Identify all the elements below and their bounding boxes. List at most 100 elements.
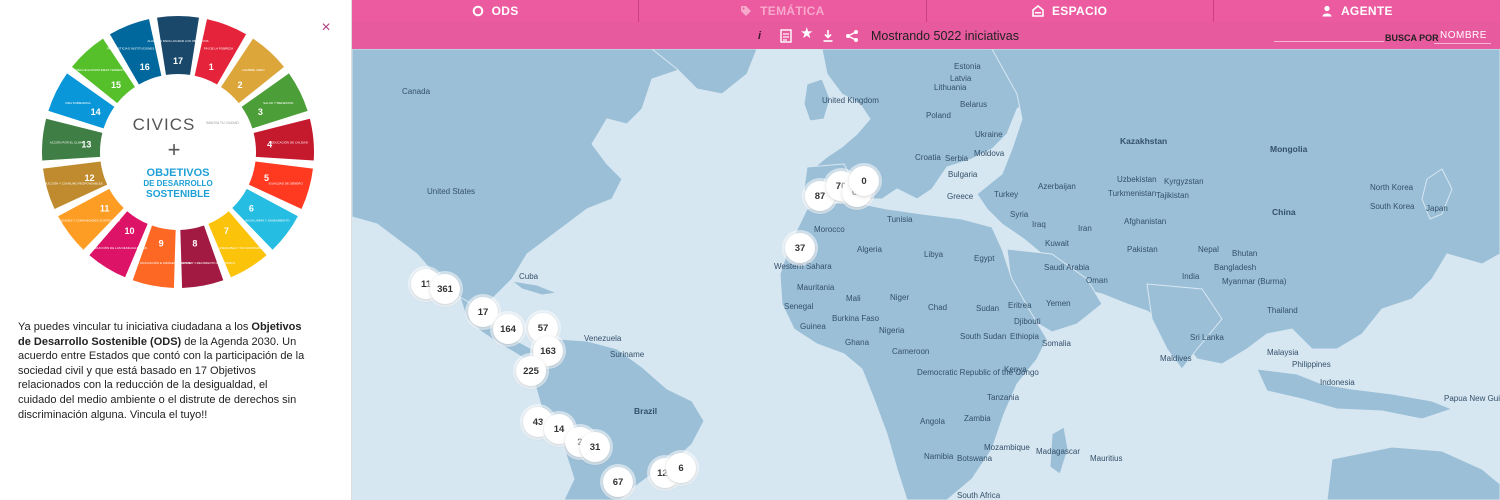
toolbar: i ★ Mostrando 5022 iniciativas BUSCA POR… xyxy=(352,22,1500,49)
label-india: India xyxy=(1182,272,1200,281)
label-kyrgyzstan: Kyrgyzstan xyxy=(1164,177,1204,186)
label-sri-lanka: Sri Lanka xyxy=(1190,333,1224,342)
label-maldives: Maldives xyxy=(1160,354,1192,363)
label-drc: Democratic Republic of the Congo xyxy=(917,368,1039,377)
label-egypt: Egypt xyxy=(974,254,995,263)
label-united-states: United States xyxy=(427,187,475,196)
sdg-label-15: VIDA DE ECOSISTEMAS TERRESTRES xyxy=(75,68,130,72)
label-bhutan: Bhutan xyxy=(1232,249,1257,258)
label-venezuela: Venezuela xyxy=(584,334,622,343)
map-view[interactable]: Canada United States Cuba Venezuela Suri… xyxy=(352,49,1500,500)
label-kuwait: Kuwait xyxy=(1045,239,1070,248)
label-ghana: Ghana xyxy=(845,338,870,347)
label-nepal: Nepal xyxy=(1198,245,1219,254)
sdg-label-7: ENERGÍA ASEQUIBLE Y NO CONTAMINANTE xyxy=(205,246,269,250)
label-kazakhstan: Kazakhstan xyxy=(1120,136,1167,146)
sdg-number-2: 2 xyxy=(237,80,242,90)
label-azerbaijan: Azerbaijan xyxy=(1038,182,1076,191)
tab-tematica[interactable]: TEMÁTICA xyxy=(639,0,927,22)
label-south-korea: South Korea xyxy=(1370,202,1415,211)
cluster-marker[interactable]: 37 xyxy=(785,233,815,263)
download-icon[interactable] xyxy=(822,28,834,44)
sdg-segment-17 xyxy=(157,16,199,75)
tab-agente[interactable]: AGENTE xyxy=(1214,0,1500,22)
star-icon[interactable]: ★ xyxy=(800,26,813,42)
australia-landmass xyxy=(1326,446,1500,500)
label-cameroon: Cameroon xyxy=(892,347,929,356)
label-western-sahara: Western Sahara xyxy=(774,262,832,271)
cuba-landmass xyxy=(510,280,559,296)
tab-ods-label: ODS xyxy=(491,4,519,18)
sdg-number-8: 8 xyxy=(192,238,197,248)
tab-tematica-label: TEMÁTICA xyxy=(760,4,825,18)
label-china: China xyxy=(1272,207,1296,217)
sdg-label-10: REDUCCIÓN DE LAS DESIGUALDADES xyxy=(91,245,147,250)
document-icon[interactable] xyxy=(780,28,792,44)
label-morocco: Morocco xyxy=(814,225,845,234)
sdg-label-17: ALIANZAS PARA LOGRAR LOS OBJETIVOS xyxy=(147,39,208,43)
label-ethiopia: Ethiopia xyxy=(1010,332,1039,341)
label-iran: Iran xyxy=(1078,224,1092,233)
label-saudi-arabia: Saudi Arabia xyxy=(1044,263,1090,272)
close-icon[interactable]: × xyxy=(318,20,334,36)
search-field-select[interactable]: NOMBRE xyxy=(1434,28,1491,44)
indonesia-landmass xyxy=(1256,368,1454,420)
label-bulgaria: Bulgaria xyxy=(948,170,978,179)
label-yemen: Yemen xyxy=(1046,299,1071,308)
label-suriname: Suriname xyxy=(610,350,645,359)
label-malaysia: Malaysia xyxy=(1267,348,1299,357)
label-south-sudan: South Sudan xyxy=(960,332,1006,341)
tab-agente-label: AGENTE xyxy=(1340,4,1393,18)
label-mozambique: Mozambique xyxy=(984,443,1030,452)
label-oman: Oman xyxy=(1086,276,1108,285)
sdg-number-9: 9 xyxy=(159,238,164,248)
label-angola: Angola xyxy=(920,417,945,426)
sdg-label-3: SALUD Y BIENESTAR xyxy=(263,101,294,105)
label-syria: Syria xyxy=(1010,210,1029,219)
search-input[interactable] xyxy=(1274,27,1384,41)
label-moldova: Moldova xyxy=(974,149,1005,158)
cluster-marker[interactable]: 225 xyxy=(516,356,546,386)
info-icon[interactable]: i xyxy=(758,28,761,44)
tab-ods[interactable]: ODS xyxy=(352,0,640,22)
label-djibouti: Djibouti xyxy=(1014,317,1041,326)
sdg-number-7: 7 xyxy=(224,226,229,236)
label-namibia: Namibia xyxy=(924,452,954,461)
label-nigeria: Nigeria xyxy=(879,326,905,335)
sdg-number-16: 16 xyxy=(140,62,150,72)
label-south-africa: South Africa xyxy=(957,491,1001,500)
cluster-marker[interactable]: 6 xyxy=(666,453,696,483)
tag-icon xyxy=(741,6,752,16)
cluster-marker[interactable]: 31 xyxy=(580,432,610,462)
label-indonesia: Indonesia xyxy=(1320,378,1355,387)
sdg-label-4: EDUCACIÓN DE CALIDAD xyxy=(271,140,309,145)
label-bangladesh: Bangladesh xyxy=(1214,263,1256,272)
label-algeria: Algeria xyxy=(857,245,882,254)
label-zambia: Zambia xyxy=(964,414,991,423)
label-chad: Chad xyxy=(928,303,947,312)
label-mali: Mali xyxy=(846,294,861,303)
sdg-number-11: 11 xyxy=(100,203,110,213)
sdg-label-16: PAZ, JUSTICIA E INSTITUCIONES SÓLIDAS xyxy=(107,46,168,51)
label-latvia: Latvia xyxy=(950,74,972,83)
sdg-label-1: FIN DE LA POBREZA xyxy=(204,47,233,51)
tab-espacio[interactable]: ESPACIO xyxy=(927,0,1214,22)
label-thailand: Thailand xyxy=(1267,306,1298,315)
search-underline xyxy=(1274,41,1384,42)
label-niger: Niger xyxy=(890,293,909,302)
label-iraq: Iraq xyxy=(1032,220,1046,229)
cluster-marker[interactable]: 0 xyxy=(849,166,879,196)
cluster-marker[interactable]: 67 xyxy=(603,467,633,497)
label-sudan: Sudan xyxy=(976,304,999,313)
search-by-label: BUSCA POR xyxy=(1385,33,1439,43)
label-turkmenistan: Turkmenistan xyxy=(1108,189,1156,198)
sdg-label-2: HAMBRE CERO xyxy=(242,68,265,72)
cluster-marker[interactable]: 361 xyxy=(430,274,460,304)
label-turkey: Turkey xyxy=(994,190,1018,199)
ods-title-1: OBJETIVOS xyxy=(147,167,210,179)
cluster-marker[interactable]: 164 xyxy=(493,314,523,344)
label-mauritania: Mauritania xyxy=(797,283,835,292)
share-icon[interactable] xyxy=(845,28,859,44)
sdg-number-3: 3 xyxy=(258,107,263,117)
sdg-label-5: IGUALDAD DE GÉNERO xyxy=(269,181,304,186)
